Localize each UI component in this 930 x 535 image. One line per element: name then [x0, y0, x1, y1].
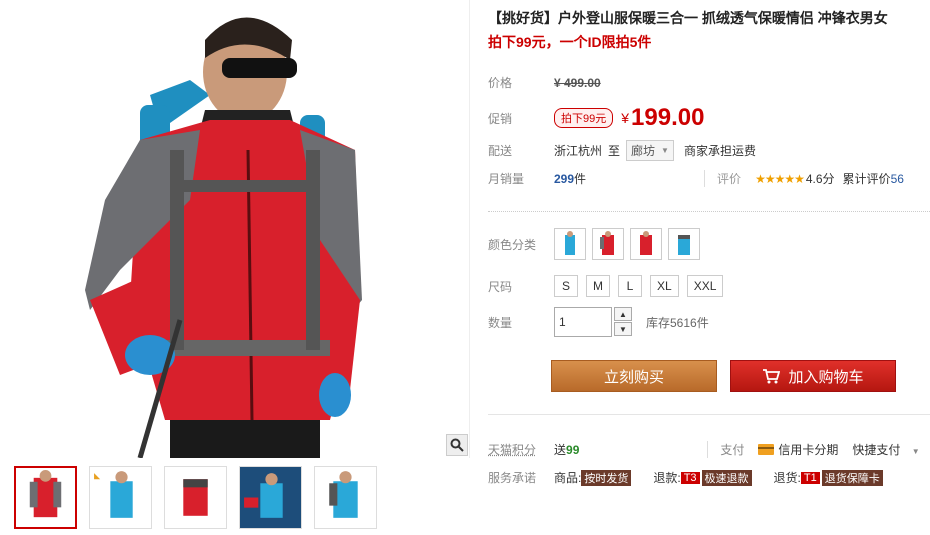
total-reviews-label: 累计评价: [842, 172, 891, 186]
return-code: T1: [800, 471, 820, 484]
sales-label: 月销量: [488, 172, 525, 186]
services-row: 服务承诺 商品: 按时发货 退款: T3 极速退款 退货: T1 退货保障卡: [488, 469, 883, 486]
services-label: 服务承诺: [488, 471, 537, 485]
divider: [488, 211, 930, 212]
divider-2: [488, 414, 930, 415]
add-to-cart-button[interactable]: 加入购物车: [730, 360, 896, 392]
thumbnail-strip: [14, 466, 389, 529]
product-gallery: [0, 0, 470, 535]
quick-pay[interactable]: 快捷支付 ▼: [852, 441, 919, 458]
star-rating-icon: ★★★★★: [755, 171, 805, 186]
thumbnail-1[interactable]: [14, 466, 77, 529]
thumbnail-2[interactable]: [89, 466, 152, 529]
main-product-image[interactable]: [0, 0, 470, 458]
magnifier-icon[interactable]: [446, 434, 468, 456]
promo-subtitle: 拍下99元，一个ID限拍5件: [488, 34, 652, 50]
return-label: 退货:: [773, 471, 801, 485]
quantity-stepper: ▲ ▼: [614, 307, 632, 337]
size-row: 尺码 S M L XL XXL: [488, 275, 731, 297]
goods-label: 商品:: [554, 471, 582, 485]
return-tag[interactable]: 退货保障卡: [821, 469, 883, 486]
shipping-label: 配送: [488, 144, 513, 158]
promo-label: 促销: [488, 111, 513, 126]
points-payment-row: 天猫积分 送 99 支付 信用卡分期 快捷支付 ▼: [488, 441, 930, 458]
chevron-down-icon: ▼: [911, 447, 920, 456]
size-option-xl[interactable]: XL: [650, 275, 679, 297]
thumbnail-4[interactable]: [239, 466, 302, 529]
color-label: 颜色分类: [488, 237, 537, 252]
color-option-1[interactable]: [554, 228, 586, 260]
goods-tag[interactable]: 按时发货: [581, 469, 632, 486]
price-label: 价格: [488, 76, 513, 90]
ship-to-word: 至: [608, 144, 621, 158]
color-option-3[interactable]: [630, 228, 662, 260]
increment-icon[interactable]: ▲: [614, 307, 632, 321]
total-reviews-link[interactable]: 累计评价56: [843, 170, 904, 187]
size-option-l[interactable]: L: [618, 275, 642, 297]
points-value: 99: [566, 442, 580, 457]
cart-icon: [763, 369, 781, 384]
rating-score: 4.6分: [805, 172, 835, 186]
ship-from: 浙江杭州: [554, 144, 603, 158]
rating-label: 评价: [704, 170, 741, 187]
thumbnail-5[interactable]: [314, 466, 377, 529]
quantity-row: 数量 ▲ ▼ 库存5616件: [488, 307, 709, 337]
stock-text: 库存5616件: [646, 315, 709, 330]
destination-value: 廊坊: [631, 144, 656, 158]
promo-tag: 拍下99元: [554, 108, 614, 128]
product-info: 【挑好货】户外登山服保暖三合一 抓绒透气保暖情侣 冲锋衣男女 拍下99元，一个I…: [488, 8, 930, 486]
payment-label: 支付: [707, 441, 744, 458]
chevron-down-icon: ▼: [661, 146, 669, 155]
refund-label: 退款:: [653, 471, 681, 485]
quantity-label: 数量: [488, 315, 513, 330]
color-option-4[interactable]: [668, 228, 700, 260]
add-to-cart-label: 加入购物车: [788, 368, 864, 386]
quantity-input[interactable]: [554, 307, 612, 337]
decrement-icon[interactable]: ▼: [614, 322, 632, 336]
buy-now-button[interactable]: 立刻购买: [551, 360, 717, 392]
currency-symbol: ¥: [621, 110, 630, 126]
refund-tag[interactable]: 极速退款: [701, 469, 752, 486]
size-option-s[interactable]: S: [554, 275, 578, 297]
price-row: 价格 ¥ 499.00: [488, 74, 601, 91]
original-price: ¥ 499.00: [554, 75, 601, 90]
destination-select[interactable]: 廊坊 ▼: [626, 140, 674, 161]
sales-row: 月销量 299 件 评价 ★★★★★ 4.6分 累计评价56: [488, 170, 930, 187]
credit-installment[interactable]: 信用卡分期: [758, 441, 838, 458]
size-option-xxl[interactable]: XXL: [686, 275, 724, 297]
size-option-m[interactable]: M: [586, 275, 610, 297]
thumbnail-3[interactable]: [164, 466, 227, 529]
product-page: 【挑好货】户外登山服保暖三合一 抓绒透气保暖情侣 冲锋衣男女 拍下99元，一个I…: [0, 0, 930, 535]
quick-pay-label: 快捷支付: [852, 443, 901, 457]
points-text: 送: [554, 443, 567, 457]
color-option-2[interactable]: [592, 228, 624, 260]
shipping-row: 配送 浙江杭州 至 廊坊 ▼ 商家承担运费: [488, 140, 756, 161]
sales-count: 299: [554, 171, 575, 186]
total-reviews-count: 56: [890, 172, 904, 186]
shipping-fee-note: 商家承担运费: [683, 144, 756, 158]
promo-row: 促销 拍下99元 ¥ 199.00: [488, 104, 704, 132]
sales-unit: 件: [574, 172, 587, 186]
credit-card-icon: [758, 444, 775, 455]
credit-label: 信用卡分期: [778, 443, 839, 457]
color-row: 颜色分类: [488, 228, 706, 260]
product-title: 【挑好货】户外登山服保暖三合一 抓绒透气保暖情侣 冲锋衣男女: [488, 10, 888, 26]
points-label[interactable]: 天猫积分: [488, 441, 554, 458]
jacket-model-illustration: [85, 17, 362, 458]
refund-code: T3: [680, 471, 700, 484]
current-price: 199.00: [631, 104, 705, 131]
size-label: 尺码: [488, 279, 513, 294]
